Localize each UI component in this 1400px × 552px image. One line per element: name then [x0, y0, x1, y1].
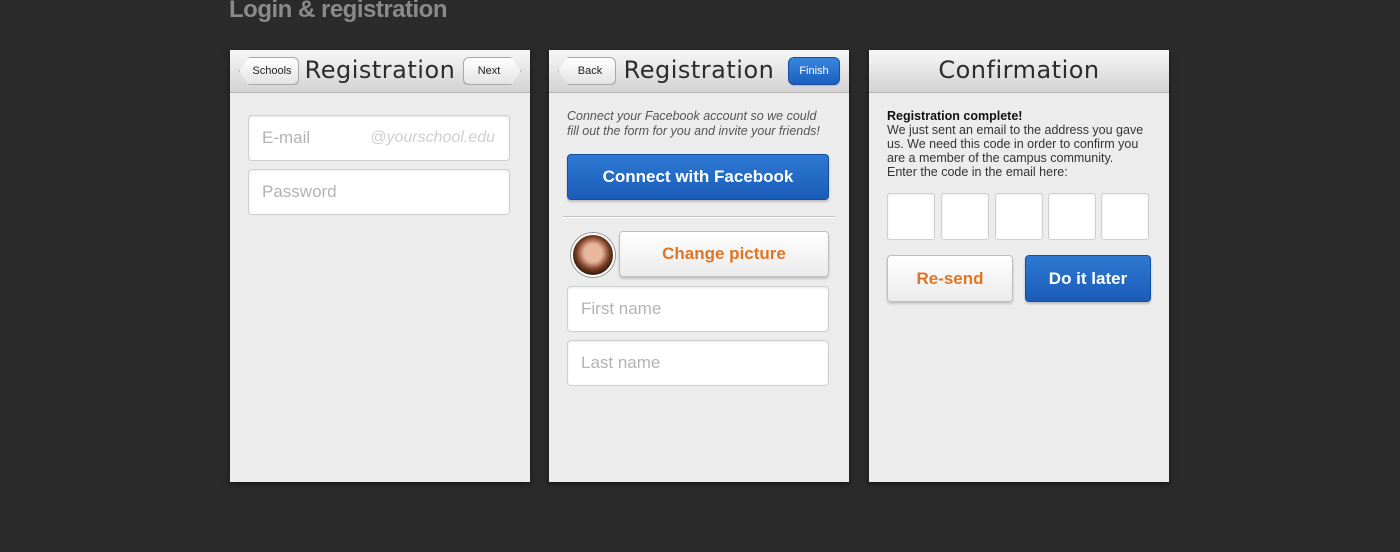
connect-facebook-button[interactable]: Connect with Facebook — [567, 154, 829, 200]
navbar: Confirmation — [869, 50, 1169, 93]
last-name-field[interactable]: Last name — [567, 340, 829, 386]
page-title: Login & registration — [229, 0, 448, 23]
first-name-placeholder: First name — [581, 299, 662, 318]
code-input-2[interactable] — [941, 193, 989, 240]
registration-screen-2: Back Registration Finish Connect your Fa… — [549, 50, 849, 482]
finish-button[interactable]: Finish — [788, 57, 840, 85]
password-field[interactable]: Password — [248, 169, 510, 215]
avatar — [571, 233, 615, 277]
screen-title: Confirmation — [938, 56, 1100, 84]
last-name-placeholder: Last name — [581, 353, 661, 372]
confirmation-heading: Registration complete! — [887, 109, 1023, 123]
code-input-5[interactable] — [1101, 193, 1149, 240]
change-picture-button[interactable]: Change picture — [619, 231, 829, 277]
first-name-field[interactable]: First name — [567, 286, 829, 332]
password-placeholder: Password — [262, 182, 337, 201]
divider — [563, 216, 835, 218]
code-input-3[interactable] — [995, 193, 1043, 240]
navbar: Back Registration Finish — [549, 50, 849, 93]
do-it-later-button[interactable]: Do it later — [1025, 255, 1151, 302]
email-placeholder: E-mail — [262, 128, 311, 147]
next-button[interactable]: Next — [463, 57, 521, 85]
email-field[interactable]: E-mail @yourschool.edu — [248, 115, 510, 161]
confirmation-body: We just sent an email to the address you… — [887, 123, 1144, 165]
code-input-1[interactable] — [887, 193, 935, 240]
resend-button[interactable]: Re-send — [887, 255, 1013, 302]
registration-screen-1: Schools Registration Next E-mail @yoursc… — [230, 50, 530, 482]
code-instruction: Enter the code in the email here: — [887, 165, 1068, 179]
confirmation-screen: Confirmation Registration complete! We j… — [869, 50, 1169, 482]
email-domain-hint: @yourschool.edu — [370, 129, 495, 146]
facebook-intro-text: Connect your Facebook account so we coul… — [567, 109, 820, 138]
code-input-4[interactable] — [1048, 193, 1096, 240]
confirmation-message: Registration complete! We just sent an e… — [887, 109, 1157, 179]
navbar: Schools Registration Next — [230, 50, 530, 93]
